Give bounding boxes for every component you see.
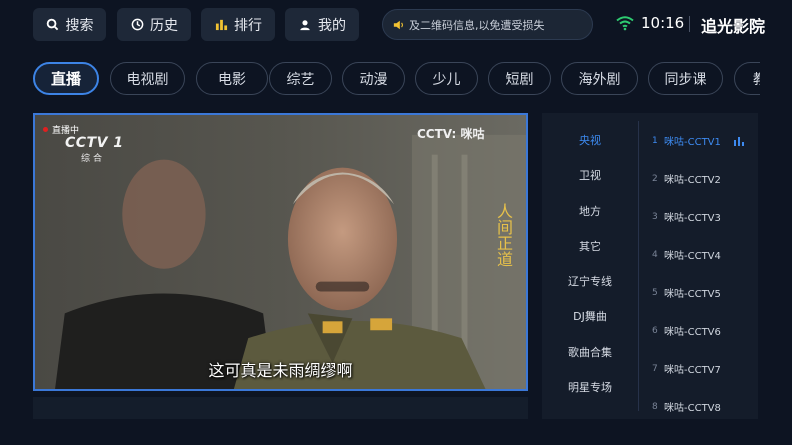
channel-item[interactable]: 7 咪咕-CCTV7: [652, 361, 721, 377]
channel-item[interactable]: 5 咪咕-CCTV5: [652, 285, 721, 301]
category-sync-course[interactable]: 同步课: [648, 62, 723, 95]
channel-number: 6: [652, 325, 658, 336]
mine-button[interactable]: 我的: [285, 8, 359, 41]
ranking-icon: [214, 18, 228, 32]
channel-sub: 综合: [81, 154, 106, 164]
show-title-watermark: 人间正道: [494, 203, 513, 267]
equalizer-icon: [734, 137, 744, 146]
panel-divider: [638, 121, 639, 411]
category-anime[interactable]: 动漫: [342, 62, 405, 95]
group-item-liaoning[interactable]: 辽宁专线: [542, 273, 638, 289]
video-player[interactable]: 直播中 CCTV 1 综合 CCTV: 咪咕 人间正道 这可真是未雨绸缪啊: [33, 113, 528, 391]
history-label: 历史: [150, 17, 178, 34]
category-education[interactable]: 教: [734, 62, 760, 95]
channel-item[interactable]: 8 咪咕-CCTV8: [652, 399, 721, 415]
notice-text: 及二维码信息,以免遭受损失: [409, 18, 545, 32]
group-item-local[interactable]: 地方: [542, 203, 638, 219]
channel-name: 咪咕-CCTV7: [664, 365, 721, 376]
channel-item[interactable]: 2 咪咕-CCTV2: [652, 171, 721, 187]
category-kids[interactable]: 少儿: [415, 62, 478, 95]
channel-number: 2: [652, 173, 658, 184]
channel-number: 5: [652, 287, 658, 298]
category-bar: 直播 电视剧 电影 综艺 动漫 少儿 短剧 海外剧 同步课 教: [0, 62, 760, 96]
notice-marquee: 及二维码信息,以免遭受损失: [382, 9, 593, 40]
group-item-dj[interactable]: DJ舞曲: [542, 308, 638, 324]
group-item-satellite[interactable]: 卫视: [542, 167, 638, 183]
search-icon: [46, 18, 60, 32]
clock: 10:16: [641, 14, 685, 32]
channel-item[interactable]: 3 咪咕-CCTV3: [652, 209, 721, 225]
channel-number: 4: [652, 249, 658, 260]
ranking-button[interactable]: 排行: [201, 8, 275, 41]
wifi-icon: [616, 16, 634, 31]
broadcaster-watermark: CCTV: 咪咕: [417, 127, 485, 141]
channel-name: 咪咕-CCTV2: [664, 175, 721, 186]
channel-number: 7: [652, 363, 658, 374]
channel-name: 咪咕-CCTV4: [664, 251, 721, 262]
group-list: 央视 卫视 地方 其它 辽宁专线 DJ舞曲 歌曲合集 明星专场: [542, 113, 638, 419]
channel-name: 咪咕-CCTV8: [664, 403, 721, 414]
group-item-cctv[interactable]: 央视: [542, 132, 638, 148]
category-movie[interactable]: 电影: [196, 62, 268, 95]
live-dot: [43, 127, 48, 132]
group-item-other[interactable]: 其它: [542, 238, 638, 254]
speaker-icon: [393, 20, 403, 29]
video-subtitle: 这可真是未雨绸缪啊: [208, 361, 353, 380]
video-frame: [35, 115, 526, 389]
history-button[interactable]: 历史: [117, 8, 191, 41]
search-button[interactable]: 搜索: [33, 8, 106, 41]
divider: [689, 16, 690, 32]
channel-number: 3: [652, 211, 658, 222]
ranking-label: 排行: [234, 17, 262, 34]
channel-name: 咪咕-CCTV5: [664, 289, 721, 300]
category-overseas[interactable]: 海外剧: [561, 62, 638, 95]
channel-item[interactable]: 6 咪咕-CCTV6: [652, 323, 721, 339]
category-live[interactable]: 直播: [33, 62, 99, 95]
channel-number: 8: [652, 401, 658, 412]
category-variety[interactable]: 综艺: [269, 62, 332, 95]
search-label: 搜索: [65, 17, 94, 34]
category-tv-series[interactable]: 电视剧: [110, 62, 185, 95]
channel-item[interactable]: 1 咪咕-CCTV1: [652, 133, 721, 149]
group-item-stars[interactable]: 明星专场: [542, 379, 638, 395]
player-info-bar: [33, 397, 528, 419]
channel-name: 咪咕-CCTV1: [664, 137, 721, 148]
channel-number: 1: [652, 135, 658, 146]
user-icon: [298, 18, 312, 32]
channel-name: 咪咕-CCTV6: [664, 327, 721, 338]
mine-label: 我的: [318, 17, 346, 34]
category-short-drama[interactable]: 短剧: [488, 62, 551, 95]
group-item-songs[interactable]: 歌曲合集: [542, 344, 638, 360]
channel-item[interactable]: 4 咪咕-CCTV4: [652, 247, 721, 263]
top-bar: 搜索 历史 排行 我的 及二维码信息,以免遭受损失 10:16 追光影院: [0, 0, 792, 50]
channel-name: 咪咕-CCTV3: [664, 213, 721, 224]
channel-logo: CCTV 1: [65, 135, 124, 151]
history-icon: [130, 18, 144, 32]
channel-panel: 央视 卫视 地方 其它 辽宁专线 DJ舞曲 歌曲合集 明星专场 1 咪咕-CCT…: [542, 113, 758, 419]
app-title: 追光影院: [701, 17, 766, 36]
